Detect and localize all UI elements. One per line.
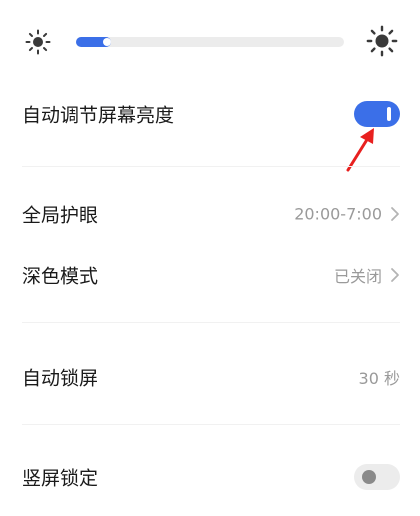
auto-lock-row[interactable]: 自动锁屏 30 秒 xyxy=(0,347,420,407)
dark-mode-row[interactable]: 深色模式 已关闭 xyxy=(0,245,420,305)
sun-small-icon xyxy=(25,29,51,55)
auto-brightness-label: 自动调节屏幕亮度 xyxy=(22,104,175,127)
divider xyxy=(22,322,400,323)
auto-lock-label: 自动锁屏 xyxy=(22,367,99,390)
eye-protection-label: 全局护眼 xyxy=(22,204,99,227)
brightness-slider[interactable] xyxy=(76,37,344,47)
chevron-right-icon xyxy=(391,207,399,221)
eye-protection-row[interactable]: 全局护眼 20:00-7:00 xyxy=(0,184,420,244)
portrait-lock-label: 竖屏锁定 xyxy=(22,467,99,490)
sun-large-icon xyxy=(366,25,398,57)
divider xyxy=(22,424,400,425)
brightness-control xyxy=(0,0,420,80)
portrait-lock-row[interactable]: 竖屏锁定 xyxy=(0,447,420,507)
portrait-lock-toggle[interactable] xyxy=(354,464,400,490)
eye-protection-value: 20:00-7:00 xyxy=(294,204,382,224)
toggle-knob xyxy=(387,107,391,121)
toggle-knob xyxy=(362,470,376,484)
divider xyxy=(22,166,400,167)
dark-mode-value: 已关闭 xyxy=(333,267,382,286)
chevron-right-icon xyxy=(391,268,399,282)
brightness-slider-thumb[interactable] xyxy=(102,38,111,46)
auto-lock-value: 30 秒 xyxy=(358,369,400,388)
dark-mode-label: 深色模式 xyxy=(22,265,99,288)
